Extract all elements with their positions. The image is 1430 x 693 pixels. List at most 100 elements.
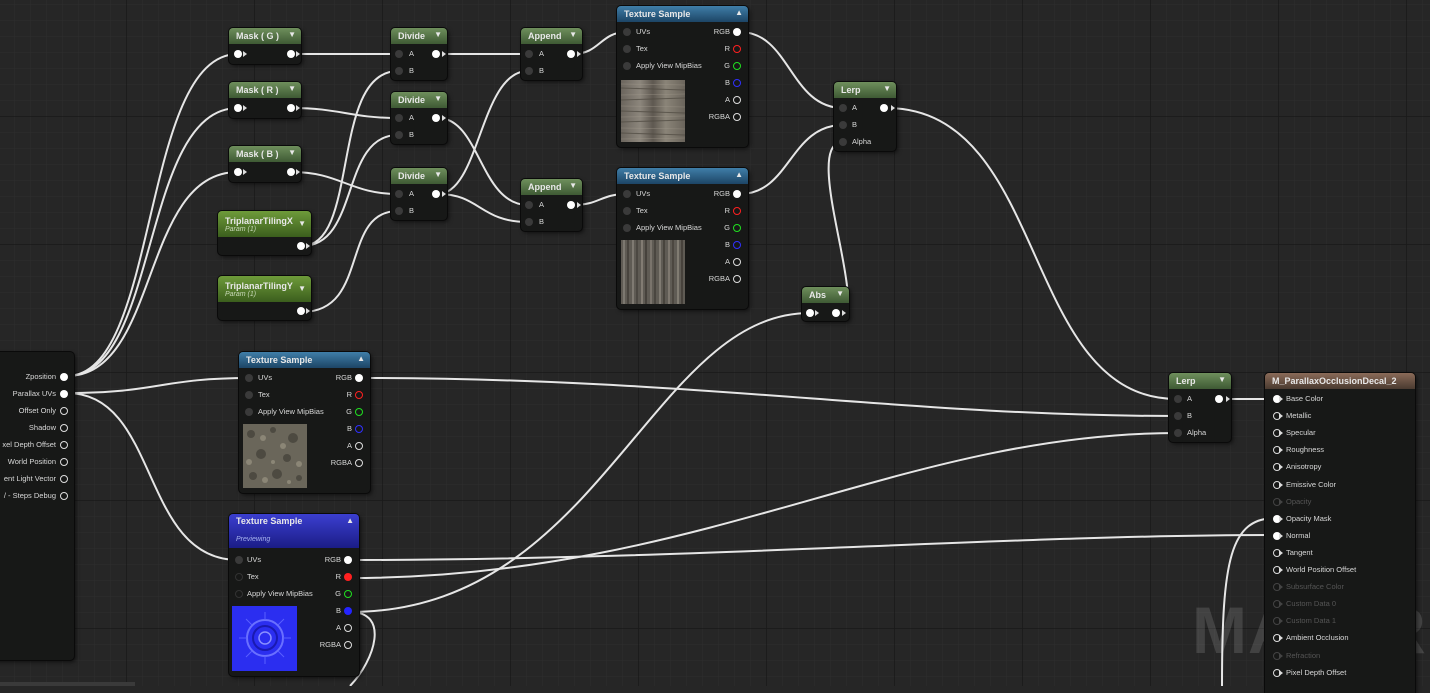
divide-2-a-pin[interactable] — [395, 114, 403, 122]
tex-4-rgba-pin[interactable] — [344, 641, 352, 649]
mask-g-node[interactable]: Mask ( G ) ▼ — [229, 28, 301, 64]
lerp-1-alpha-pin[interactable] — [839, 138, 847, 146]
tex-1-a-pin[interactable] — [733, 96, 741, 104]
tiling-y-header[interactable]: TriplanarTilingY Param (1) ▼ — [218, 276, 311, 302]
append-2-a-pin[interactable] — [525, 201, 533, 209]
chevron-up-icon[interactable]: ▲ — [357, 354, 365, 363]
output-light-vector-pin[interactable] — [60, 475, 68, 483]
tex-2-mipbias-pin[interactable] — [623, 224, 631, 232]
chevron-down-icon[interactable]: ▼ — [434, 94, 442, 103]
chevron-down-icon[interactable]: ▼ — [288, 148, 296, 157]
mask-b-output-pin[interactable] — [287, 168, 295, 176]
lerp-1-a-pin[interactable] — [839, 104, 847, 112]
divide-1-a-pin[interactable] — [395, 50, 403, 58]
triplanar-tiling-x-node[interactable]: TriplanarTilingX Param (1) ▼ — [218, 211, 311, 255]
chevron-up-icon[interactable]: ▲ — [735, 170, 743, 179]
divide-node-1[interactable]: Divide ▼ A B — [391, 28, 447, 80]
divide-node-3[interactable]: Divide ▼ A B — [391, 168, 447, 220]
tex-3-a-pin[interactable] — [355, 442, 363, 450]
tex-4-g-pin[interactable] — [344, 590, 352, 598]
tex-3-rgba-pin[interactable] — [355, 459, 363, 467]
tex-1-rgb-pin[interactable] — [733, 28, 741, 36]
mask-b-header[interactable]: Mask ( B ) ▼ — [229, 146, 301, 162]
chevron-down-icon[interactable]: ▼ — [836, 289, 844, 298]
tiling-y-output-pin[interactable] — [297, 307, 305, 315]
chevron-down-icon[interactable]: ▼ — [1218, 375, 1226, 384]
mask-g-header[interactable]: Mask ( G ) ▼ — [229, 28, 301, 44]
tex-3-b-pin[interactable] — [355, 425, 363, 433]
tex-2-b-pin[interactable] — [733, 241, 741, 249]
tex-3-mipbias-pin[interactable] — [245, 408, 253, 416]
append-node-2[interactable]: Append ▼ A B — [521, 179, 582, 231]
mask-b-node[interactable]: Mask ( B ) ▼ — [229, 146, 301, 182]
divide-3-output-pin[interactable] — [432, 190, 440, 198]
append-node-1[interactable]: Append ▼ A B — [521, 28, 582, 80]
texture-sample-node-2[interactable]: Texture Sample ▲ UVs Tex Apply View MipBi… — [617, 168, 748, 309]
lerp-2-header[interactable]: Lerp ▼ — [1169, 373, 1231, 389]
material-result-node[interactable]: M_ParallaxOcclusionDecal_2 Base Color Met… — [1265, 373, 1415, 693]
abs-header[interactable]: Abs ▼ — [802, 287, 849, 303]
append-2-header[interactable]: Append ▼ — [521, 179, 582, 195]
tex-1-tex-pin[interactable] — [623, 45, 631, 53]
chevron-down-icon[interactable]: ▼ — [569, 30, 577, 39]
tex-1-rgba-pin[interactable] — [733, 113, 741, 121]
append-1-output-pin[interactable] — [567, 50, 575, 58]
tex-4-header[interactable]: Texture Sample Previewing ▲ — [229, 514, 359, 548]
texture-sample-node-3[interactable]: Texture Sample ▲ UVs Tex Apply View MipBi… — [239, 352, 370, 493]
tex-2-rgba-pin[interactable] — [733, 275, 741, 283]
chevron-down-icon[interactable]: ▼ — [434, 30, 442, 39]
tex-2-header[interactable]: Texture Sample ▲ — [617, 168, 748, 184]
divide-2-output-pin[interactable] — [432, 114, 440, 122]
lerp-1-output-pin[interactable] — [880, 104, 888, 112]
mask-r-output-pin[interactable] — [287, 104, 295, 112]
tex-1-header[interactable]: Texture Sample ▲ — [617, 6, 748, 22]
tex-4-a-pin[interactable] — [344, 624, 352, 632]
tex-2-a-pin[interactable] — [733, 258, 741, 266]
chevron-down-icon[interactable]: ▼ — [288, 30, 296, 39]
chevron-down-icon[interactable]: ▼ — [569, 181, 577, 190]
tex-1-r-pin[interactable] — [733, 45, 741, 53]
divide-2-b-pin[interactable] — [395, 131, 403, 139]
mask-g-output-pin[interactable] — [287, 50, 295, 58]
lerp-2-alpha-pin[interactable] — [1174, 429, 1182, 437]
tex-4-rgb-pin[interactable] — [344, 556, 352, 564]
chevron-up-icon[interactable]: ▲ — [346, 516, 354, 525]
chevron-down-icon[interactable]: ▼ — [288, 84, 296, 93]
texture-sample-node-4[interactable]: Texture Sample Previewing ▲ UVs Tex Apply … — [229, 514, 359, 676]
tex-2-g-pin[interactable] — [733, 224, 741, 232]
divide-3-header[interactable]: Divide ▼ — [391, 168, 447, 184]
mask-r-header[interactable]: Mask ( R ) ▼ — [229, 82, 301, 98]
tex-2-r-pin[interactable] — [733, 207, 741, 215]
mask-r-node[interactable]: Mask ( R ) ▼ — [229, 82, 301, 118]
mask-g-input-pin[interactable] — [234, 50, 242, 58]
texture-sample-node-1[interactable]: Texture Sample ▲ UVs Tex Apply View MipBi… — [617, 6, 748, 147]
lerp-node-1[interactable]: Lerp ▼ A B Alpha — [834, 82, 896, 151]
output-offset-only-pin[interactable] — [60, 407, 68, 415]
tex-4-b-pin[interactable] — [344, 607, 352, 615]
triplanar-tiling-y-node[interactable]: TriplanarTilingY Param (1) ▼ — [218, 276, 311, 320]
output-zposition-pin[interactable] — [60, 373, 68, 381]
tex-3-g-pin[interactable] — [355, 408, 363, 416]
lerp-2-a-pin[interactable] — [1174, 395, 1182, 403]
mask-r-input-pin[interactable] — [234, 104, 242, 112]
divide-node-2[interactable]: Divide ▼ A B — [391, 92, 447, 144]
material-header[interactable]: M_ParallaxOcclusionDecal_2 — [1265, 373, 1415, 389]
output-world-position-pin[interactable] — [60, 458, 68, 466]
abs-node[interactable]: Abs ▼ — [802, 287, 849, 321]
chevron-down-icon[interactable]: ▼ — [298, 284, 306, 293]
lerp-1-header[interactable]: Lerp ▼ — [834, 82, 896, 98]
tiling-x-header[interactable]: TriplanarTilingX Param (1) ▼ — [218, 211, 311, 237]
abs-input-pin[interactable] — [806, 309, 814, 317]
tex-1-g-pin[interactable] — [733, 62, 741, 70]
tex-3-uvs-pin[interactable] — [245, 374, 253, 382]
output-shadow-pin[interactable] — [60, 424, 68, 432]
tex-1-mipbias-pin[interactable] — [623, 62, 631, 70]
tex-1-uvs-pin[interactable] — [623, 28, 631, 36]
divide-2-header[interactable]: Divide ▼ — [391, 92, 447, 108]
tex-3-header[interactable]: Texture Sample ▲ — [239, 352, 370, 368]
tex-3-r-pin[interactable] — [355, 391, 363, 399]
parallax-occlusion-node[interactable]: Zposition Parallax UVs Offset Only Shado… — [0, 352, 74, 660]
append-1-a-pin[interactable] — [525, 50, 533, 58]
append-2-b-pin[interactable] — [525, 218, 533, 226]
divide-1-b-pin[interactable] — [395, 67, 403, 75]
